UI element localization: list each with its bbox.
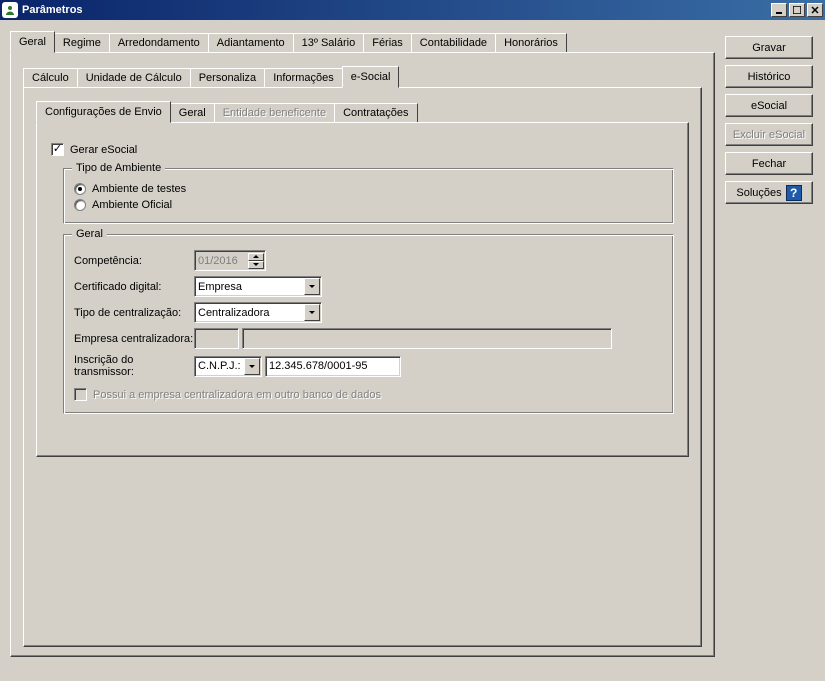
certificado-select[interactable]: Empresa bbox=[194, 276, 322, 297]
maximize-button[interactable] bbox=[789, 3, 805, 17]
tab-config-envio[interactable]: Configurações de Envio bbox=[36, 101, 171, 123]
fechar-button[interactable]: Fechar bbox=[725, 152, 813, 175]
inscricao-tipo-select[interactable]: C.N.P.J.: bbox=[194, 356, 262, 377]
app-icon bbox=[2, 2, 18, 18]
chevron-down-icon bbox=[304, 304, 320, 321]
inscricao-label: Inscrição do transmissor: bbox=[74, 354, 194, 378]
chevron-down-icon bbox=[244, 358, 260, 375]
gerar-esocial-label: Gerar eSocial bbox=[70, 144, 137, 156]
tab-adiantamento[interactable]: Adiantamento bbox=[208, 33, 294, 52]
tab-13salario[interactable]: 13º Salário bbox=[293, 33, 365, 52]
radio-ambiente-testes[interactable] bbox=[74, 183, 86, 195]
competencia-label: Competência: bbox=[74, 255, 194, 267]
tab-personaliza[interactable]: Personaliza bbox=[190, 68, 265, 87]
historico-button[interactable]: Histórico bbox=[725, 65, 813, 88]
radio-ambiente-testes-label: Ambiente de testes bbox=[92, 183, 186, 195]
window-title: Parâmetros bbox=[22, 4, 771, 16]
centralizacao-label: Tipo de centralização: bbox=[74, 307, 194, 319]
ambiente-legend: Tipo de Ambiente bbox=[72, 162, 165, 174]
tab-geral-inner[interactable]: Geral bbox=[170, 103, 215, 122]
tab-honorarios[interactable]: Honorários bbox=[495, 33, 567, 52]
esocial-button[interactable]: eSocial bbox=[725, 94, 813, 117]
tab-geral[interactable]: Geral bbox=[10, 31, 55, 53]
tabs-level3: Configurações de Envio Geral Entidade be… bbox=[36, 102, 689, 122]
tab-regime[interactable]: Regime bbox=[54, 33, 110, 52]
tab-calculo[interactable]: Cálculo bbox=[23, 68, 78, 87]
inscricao-input[interactable]: 12.345.678/0001-95 bbox=[265, 356, 401, 377]
titlebar: Parâmetros bbox=[0, 0, 825, 20]
chevron-down-icon bbox=[304, 278, 320, 295]
gerar-esocial-checkbox[interactable]: ✓ bbox=[51, 143, 64, 156]
tabs-level2: Cálculo Unidade de Cálculo Personaliza I… bbox=[23, 67, 702, 87]
competencia-input: 01/2016 bbox=[194, 250, 266, 271]
empresa-centralizadora-code bbox=[194, 328, 239, 349]
tab-unidade-calculo[interactable]: Unidade de Cálculo bbox=[77, 68, 191, 87]
tab-arredondamento[interactable]: Arredondamento bbox=[109, 33, 209, 52]
possui-centralizadora-label: Possui a empresa centralizadora em outro… bbox=[93, 389, 381, 401]
centralizacao-select[interactable]: Centralizadora bbox=[194, 302, 322, 323]
tab-entidade-beneficente: Entidade beneficente bbox=[214, 103, 335, 122]
fieldset-ambiente: Tipo de Ambiente Ambiente de testes Ambi… bbox=[63, 168, 674, 224]
tab-contratacoes[interactable]: Contratações bbox=[334, 103, 417, 122]
possui-centralizadora-checkbox bbox=[74, 388, 87, 401]
radio-ambiente-oficial-label: Ambiente Oficial bbox=[92, 199, 172, 211]
gravar-button[interactable]: Gravar bbox=[725, 36, 813, 59]
certificado-label: Certificado digital: bbox=[74, 281, 194, 293]
tab-esocial[interactable]: e-Social bbox=[342, 66, 400, 88]
help-icon: ? bbox=[786, 185, 802, 201]
tab-contabilidade[interactable]: Contabilidade bbox=[411, 33, 496, 52]
tabs-level1: Geral Regime Arredondamento Adiantamento… bbox=[10, 32, 715, 52]
close-button[interactable] bbox=[807, 3, 823, 17]
tab-ferias[interactable]: Férias bbox=[363, 33, 412, 52]
radio-ambiente-oficial[interactable] bbox=[74, 199, 86, 211]
empresa-centralizadora-name bbox=[242, 328, 612, 349]
geral-legend: Geral bbox=[72, 228, 107, 240]
competencia-spin-up bbox=[248, 253, 264, 261]
solucoes-button[interactable]: Soluções ? bbox=[725, 181, 813, 204]
fieldset-geral: Geral Competência: 01/2016 bbox=[63, 234, 674, 414]
competencia-spin-down bbox=[248, 261, 264, 269]
tab-informacoes[interactable]: Informações bbox=[264, 68, 343, 87]
excluir-esocial-button: Excluir eSocial bbox=[725, 123, 813, 146]
empresa-centralizadora-label: Empresa centralizadora: bbox=[74, 333, 194, 345]
minimize-button[interactable] bbox=[771, 3, 787, 17]
